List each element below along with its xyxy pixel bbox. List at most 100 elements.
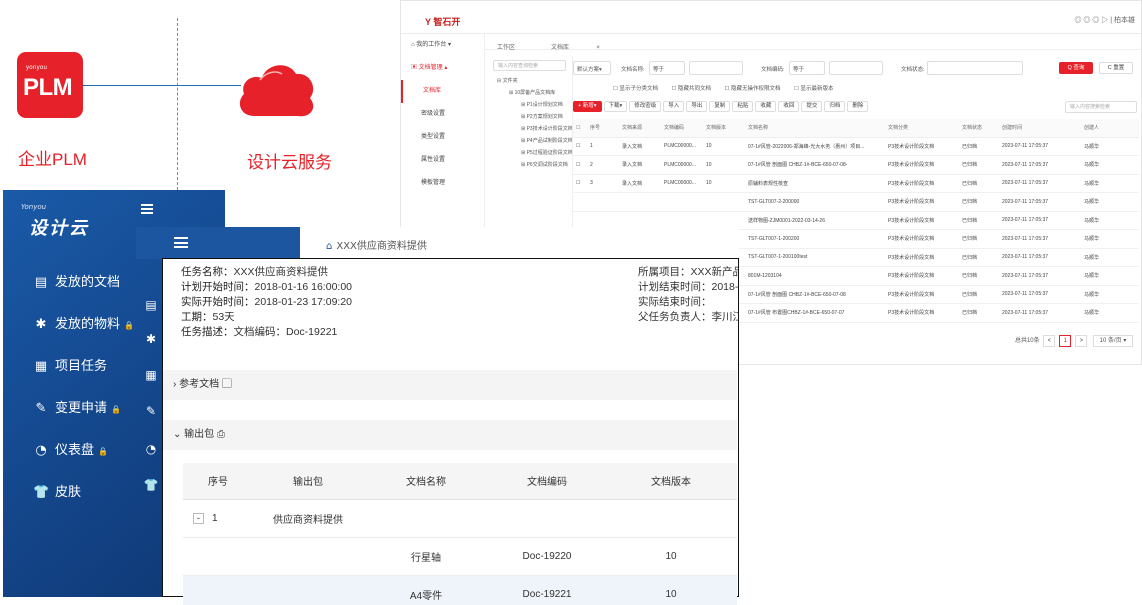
table-row[interactable]: A4零件 Doc-19221 10: [183, 575, 737, 605]
task-tab[interactable]: ⌂ XXX供应商资料提供: [300, 227, 739, 259]
name-input[interactable]: [689, 61, 743, 75]
rail-edit-icon[interactable]: ✎: [143, 404, 159, 420]
tree-node[interactable]: ⊞ P4产品试制阶段文档: [487, 135, 572, 147]
column-header[interactable]: 输出包: [253, 463, 363, 500]
scheme-select[interactable]: 默认方案▾: [573, 61, 611, 75]
tree-node[interactable]: ⊞ P5过程验证阶段文档: [487, 147, 572, 159]
menu-toggle-icon[interactable]: [141, 204, 153, 214]
rail-gear-icon[interactable]: ✱: [143, 332, 159, 348]
row-checkbox[interactable]: ☐: [573, 174, 587, 193]
next-page-button[interactable]: >: [1075, 335, 1088, 347]
edit-security-button[interactable]: 修改密级: [629, 101, 662, 112]
code-operator-select[interactable]: 等于: [789, 61, 825, 75]
tree-node[interactable]: ⊞ P6交调试阶段文档: [487, 159, 572, 171]
column-header[interactable]: 创建时间: [999, 119, 1081, 138]
table-row[interactable]: -1 供应商资料提供: [183, 499, 737, 538]
column-header[interactable]: 创建人: [1081, 119, 1139, 138]
tab-workspace[interactable]: 工作区: [485, 38, 527, 55]
tree-node[interactable]: ⊞ P3技术设计阶段文档: [487, 123, 572, 135]
tree-search-input[interactable]: 输入内容查询检索: [493, 60, 566, 71]
nav-item-skin[interactable]: 👕 皮肤: [33, 482, 85, 504]
rail-shirt-icon[interactable]: 👕: [143, 478, 159, 494]
nav-item-change-requests[interactable]: ✎ 变更申请 🔒: [33, 398, 121, 420]
checkbox-subcategory[interactable]: ☐ 显示子分类文档: [613, 86, 664, 92]
paste-button[interactable]: 粘贴: [732, 101, 754, 112]
table-search-input[interactable]: 输入内容搜索检索: [1065, 101, 1137, 113]
recall-button[interactable]: 收回: [778, 101, 800, 112]
submit-button[interactable]: 提交: [801, 101, 823, 112]
favorite-button[interactable]: 收藏: [755, 101, 777, 112]
tree-node[interactable]: ⊞ P2方案规划文档: [487, 111, 572, 123]
column-header[interactable]: 序号: [587, 119, 619, 138]
row-checkbox[interactable]: [573, 192, 587, 212]
plm-logo: yonyou PLM: [17, 52, 83, 118]
delete-button[interactable]: 删除: [847, 101, 869, 112]
column-header[interactable]: 文档编码: [489, 463, 605, 500]
reference-docs-section[interactable]: › 参考文档 ▢: [163, 370, 737, 400]
archive-button[interactable]: 归档: [824, 101, 846, 112]
export-button[interactable]: 导出: [686, 101, 708, 112]
sidebar-item-attributes[interactable]: 属性设置: [401, 149, 484, 172]
checkbox-hide-no-permission[interactable]: ☐ 隐藏无操作权限文档: [725, 86, 787, 92]
checkbox-latest-version[interactable]: ☐ 显示最新版本: [794, 86, 839, 92]
column-header[interactable]: ☐: [573, 119, 587, 138]
cell-status: 已归档: [959, 266, 999, 286]
menu-icon[interactable]: [174, 237, 188, 248]
column-header[interactable]: 文档名称: [745, 119, 885, 138]
column-header[interactable]: 文档分类: [885, 119, 959, 138]
column-header[interactable]: 文档版本: [605, 463, 737, 500]
row-checkbox[interactable]: ☐: [573, 137, 587, 156]
add-button[interactable]: + 新增▾: [573, 101, 602, 112]
output-package-section[interactable]: ⌄ 输出包 ⎙: [163, 420, 737, 450]
tree-node[interactable]: ⊞ 10屏备产品文档库: [487, 87, 572, 99]
column-header[interactable]: 文档编码: [661, 119, 703, 138]
prev-page-button[interactable]: <: [1043, 335, 1056, 347]
column-header[interactable]: 文档来源: [619, 119, 661, 138]
tree-node[interactable]: ⊟ 文件夹: [487, 75, 572, 87]
table-row[interactable]: 行星轴 Doc-19220 10: [183, 537, 737, 576]
sidebar-item-doc-library[interactable]: 文档库: [401, 80, 484, 103]
sidebar-item-workbench[interactable]: ⌂ 我的工作台 ▾: [401, 34, 484, 57]
header-actions[interactable]: ◎ ◎ ◎ ▷ | 柏本雄: [1074, 15, 1135, 25]
rail-document-icon[interactable]: ▤: [143, 298, 159, 314]
table-row[interactable]: ☐ 2 录入文档 PLMC00000... 10 07-1#风管 剖面图 CHBZ-1#-…: [573, 155, 1139, 175]
plan-start-row: 计划开始时间：2018-01-16 16:00:00: [181, 281, 352, 293]
sidebar-item-doc-manage[interactable]: ▣ 文档管理 ▴: [401, 57, 484, 80]
collapse-icon[interactable]: -: [193, 512, 204, 524]
column-header[interactable]: 文档版本: [703, 119, 745, 138]
status-select[interactable]: [927, 61, 1023, 75]
cell-time: 2023-07-11 17:05:37: [999, 211, 1081, 230]
sidebar-item-types[interactable]: 类型设置: [401, 126, 484, 149]
checkbox-hide-shared[interactable]: ☐ 隐藏共同文档: [672, 86, 717, 92]
rail-dashboard-icon[interactable]: ◔: [143, 442, 159, 458]
sidebar-item-templates[interactable]: 模板管理: [401, 172, 484, 195]
cell-name: TST-GLT007-1-200100test: [745, 248, 885, 267]
nav-item-project-tasks[interactable]: ▦ 项目任务: [33, 356, 111, 378]
cell-src: 录入文档: [619, 174, 661, 193]
document-icon: ▤: [34, 275, 48, 290]
import-button[interactable]: 导入: [663, 101, 685, 112]
column-header[interactable]: 文档状态: [959, 119, 999, 138]
search-button[interactable]: Q 查询: [1059, 62, 1093, 74]
nav-item-dashboard[interactable]: ◔ 仪表盘 🔒: [33, 440, 108, 462]
page-size-select[interactable]: 10 条/页 ▾: [1093, 335, 1133, 347]
download-button[interactable]: 下载▾: [603, 101, 628, 112]
column-header[interactable]: 序号: [183, 463, 253, 500]
tree-node[interactable]: ⊞ P1设计规划文档: [487, 99, 572, 111]
nav-item-issued-materials[interactable]: ✱ 发放的物料 🔒: [33, 314, 134, 336]
cell-time: 2023-07-11 17:05:37: [999, 192, 1081, 212]
column-header[interactable]: 文档名称: [363, 463, 489, 500]
name-operator-select[interactable]: 等于: [649, 61, 685, 75]
sidebar-item-security[interactable]: 密级设置: [401, 103, 484, 126]
row-checkbox[interactable]: ☐: [573, 155, 587, 175]
table-row[interactable]: ☐ 1 录入文档 PLMC00000... 10 07-1#风管-2022006-郑海峰-…: [573, 137, 1139, 156]
nav-item-issued-docs[interactable]: ▤ 发放的文档: [33, 272, 124, 294]
page-1-button[interactable]: 1: [1059, 335, 1072, 347]
table-row[interactable]: ☐ 3 录入文档 PLMC00000... 10 原辅料表规性核查 P3技术设计阶段文档 已归…: [573, 174, 1139, 193]
reset-button[interactable]: C 重置: [1099, 62, 1133, 74]
table-row[interactable]: TST-GLT007-2-200000 P3技术设计阶段文档 已归档 2023-07-…: [573, 192, 1139, 212]
copy-button[interactable]: 复制: [709, 101, 731, 112]
code-input[interactable]: [829, 61, 883, 75]
rail-tasks-icon[interactable]: ▦: [143, 368, 159, 384]
cell-name: 原辅料表规性核查: [745, 174, 885, 193]
